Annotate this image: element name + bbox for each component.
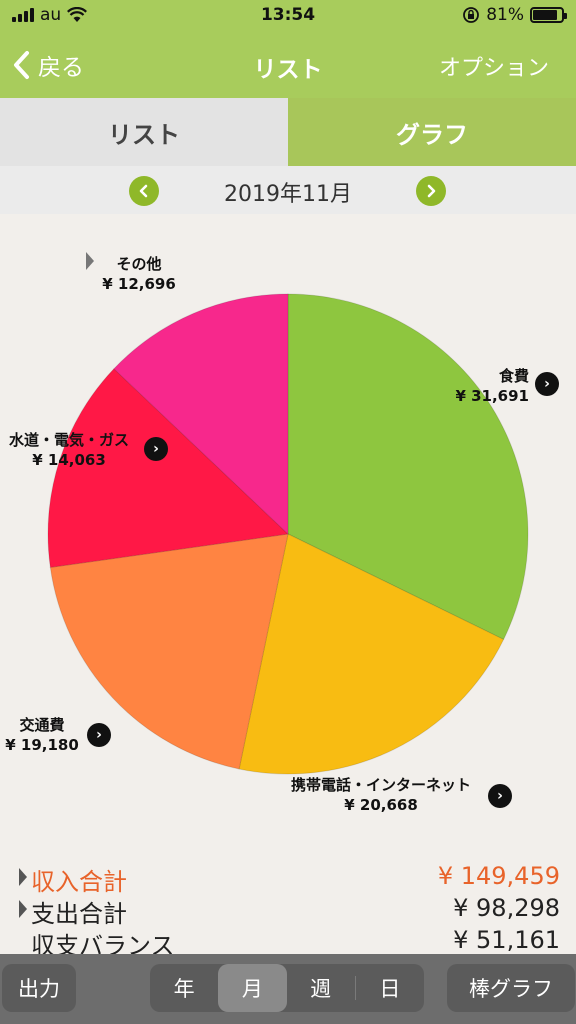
disclosure-triangle-icon — [19, 900, 27, 918]
slice-label-utilities[interactable]: 水道・電気・ガス ¥ 14,063 — [0, 430, 138, 470]
period-month[interactable]: 月 — [218, 964, 287, 1012]
bar-chart-button[interactable]: 棒グラフ — [447, 964, 575, 1012]
rotation-lock-icon — [463, 7, 480, 23]
balance-value: ¥ 51,161 — [453, 926, 560, 954]
expense-total-row[interactable]: 支出合計 ¥ 98,298 — [0, 892, 576, 928]
slice-value: ¥ 12,696 — [102, 275, 176, 293]
pie-chart — [47, 293, 529, 775]
month-label: 2019年11月 — [224, 182, 352, 207]
slice-label-other[interactable]: その他 ¥ 12,696 — [98, 254, 180, 294]
battery-icon — [530, 7, 567, 23]
slice-value: ¥ 31,691 — [455, 387, 529, 405]
summary-panel: 収入合計 ¥ 149,459 支出合計 ¥ 98,298 収支バランス ¥ 51… — [0, 854, 576, 960]
slice-value: ¥ 14,063 — [32, 451, 106, 469]
slice-value: ¥ 20,668 — [344, 796, 418, 814]
period-day[interactable]: 日 — [356, 964, 424, 1012]
disclosure-triangle-icon — [19, 868, 27, 886]
view-tabs: リスト グラフ — [0, 98, 576, 166]
slice-category: 水道・電気・ガス — [8, 431, 129, 449]
slice-label-phone-internet[interactable]: 携帯電話・インターネット ¥ 20,668 — [276, 775, 486, 815]
balance-row: 収支バランス ¥ 51,161 — [0, 924, 576, 960]
bottom-toolbar: 出力 年 月 週 日 棒グラフ — [0, 954, 576, 1024]
period-year[interactable]: 年 — [150, 964, 218, 1012]
chevron-right-icon[interactable]: › — [488, 784, 512, 808]
period-segmented-control: 年 月 週 日 — [150, 964, 424, 1012]
chevron-right-icon[interactable]: › — [535, 372, 559, 396]
top-bar: au 13:54 81% 戻る リスト オプション — [0, 0, 576, 98]
month-selector: 2019年11月 — [0, 166, 576, 214]
battery-percent: 81% — [486, 5, 524, 25]
option-button[interactable]: オプション — [439, 50, 549, 82]
tab-list[interactable]: リスト — [0, 98, 288, 166]
pie-chart-area: 食費 ¥ 31,691 › 携帯電話・インターネット ¥ 20,668 › 交通… — [0, 214, 576, 854]
triangle-marker-icon — [86, 252, 94, 270]
tab-graph[interactable]: グラフ — [288, 98, 576, 166]
slice-value: ¥ 19,180 — [5, 736, 79, 754]
slice-category: 食費 — [498, 367, 529, 385]
slice-category: 携帯電話・インターネット — [290, 776, 471, 794]
slice-category: 交通費 — [19, 716, 65, 734]
slice-category: その他 — [116, 255, 162, 273]
slice-label-food[interactable]: 食費 ¥ 31,691 — [453, 366, 529, 406]
slice-label-transport[interactable]: 交通費 ¥ 19,180 — [4, 715, 80, 755]
income-total-row[interactable]: 収入合計 ¥ 149,459 — [0, 860, 576, 896]
navigation-bar: 戻る リスト オプション — [0, 34, 576, 96]
chevron-right-icon[interactable]: › — [144, 437, 168, 461]
chevron-right-icon — [427, 184, 436, 198]
chevron-right-icon[interactable]: › — [87, 723, 111, 747]
output-button[interactable]: 出力 — [2, 964, 76, 1012]
income-total-value: ¥ 149,459 — [437, 862, 560, 890]
expense-total-value: ¥ 98,298 — [453, 894, 560, 922]
period-week[interactable]: 週 — [287, 964, 355, 1012]
status-bar: au 13:54 81% — [0, 0, 576, 32]
next-month-button[interactable] — [416, 176, 446, 206]
